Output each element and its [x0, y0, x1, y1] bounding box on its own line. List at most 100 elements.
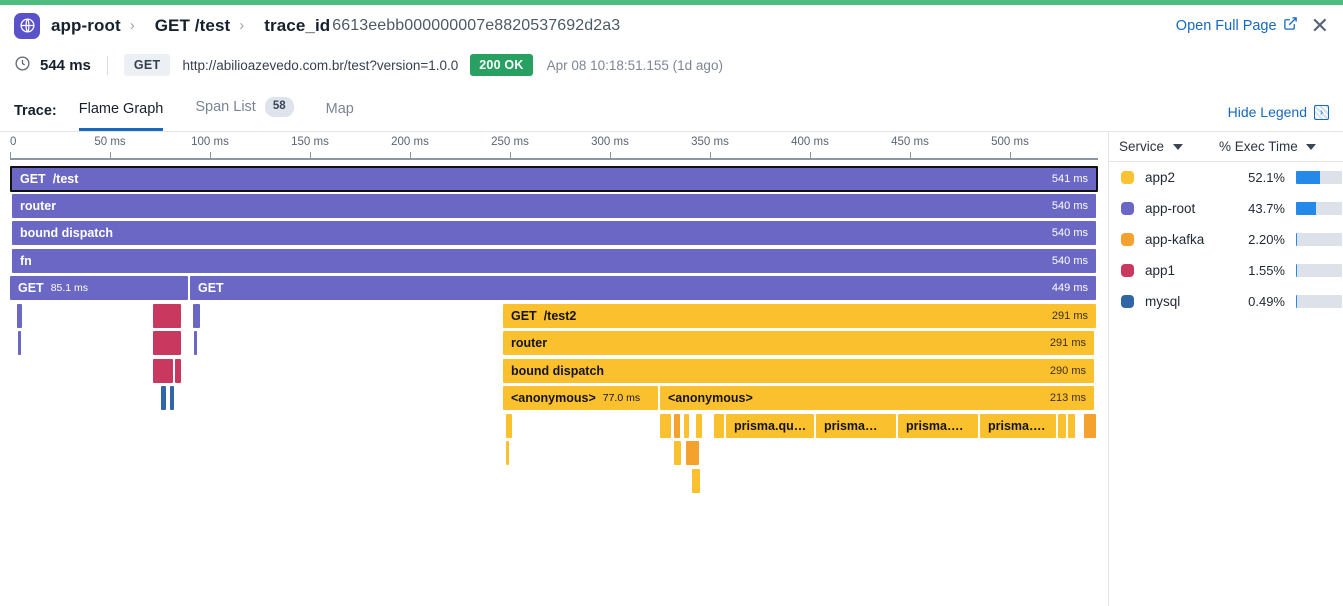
ruler-tick-mark: [210, 152, 211, 159]
flame-span-bar-slim[interactable]: [193, 303, 200, 328]
trace-tabs: Trace: Flame Graph Span List 58 Map Hide…: [0, 88, 1343, 132]
flame-span-bar-slim[interactable]: [674, 441, 681, 465]
flame-span-bar-slim[interactable]: [684, 413, 689, 438]
flame-span-bar-slim[interactable]: [153, 331, 181, 355]
service-color-swatch: [1121, 295, 1134, 308]
trace-timestamp: Apr 08 10:18:51.155 (1d ago): [546, 57, 723, 73]
legend-row[interactable]: app-kafka 2.20%: [1109, 224, 1343, 255]
flame-span-bar[interactable]: prisma…: [816, 413, 896, 438]
legend-row[interactable]: app2 52.1%: [1109, 162, 1343, 193]
tab-span-list-label: Span List: [195, 99, 256, 116]
legend-col-exec-label: % Exec Time: [1219, 139, 1298, 154]
flame-span-bar-slim[interactable]: [1058, 413, 1066, 438]
flame-span-name: GET: [511, 308, 537, 323]
tab-flame-graph[interactable]: Flame Graph: [78, 101, 164, 131]
flame-span-duration: 85.1 ms: [50, 282, 89, 294]
service-exec-meter: [1296, 171, 1342, 184]
trace-flame-graph-panel: app-root › GET /test › trace_id 6613eebb…: [0, 0, 1343, 606]
flame-span-duration: 213 ms: [1049, 392, 1086, 404]
flame-span-bar[interactable]: prisma….: [980, 413, 1056, 438]
panel-collapse-icon: ›: [1314, 104, 1329, 120]
breadcrumb-operation[interactable]: GET /test: [155, 16, 231, 36]
legend-sort-service[interactable]: Service: [1109, 139, 1219, 154]
flame-span-duration: 540 ms: [1051, 254, 1088, 267]
ruler-tick-mark: [810, 152, 811, 159]
flame-span-bar[interactable]: GET/test2 291 ms: [503, 303, 1096, 328]
tab-map[interactable]: Map: [326, 101, 354, 131]
flame-span-bar[interactable]: bound dispatch 540 ms: [12, 221, 1096, 245]
service-name: app-kafka: [1145, 232, 1205, 247]
flame-span-bar[interactable]: prisma.qu…: [726, 413, 814, 438]
flame-span-bar-slim[interactable]: [170, 386, 174, 410]
flame-span-name: prisma…: [824, 418, 878, 433]
flame-span-name: fn: [20, 253, 32, 268]
legend-row[interactable]: app-root 43.7%: [1109, 193, 1343, 224]
breadcrumb-separator-1: ›: [129, 17, 135, 34]
service-exec-meter: [1296, 202, 1342, 215]
flame-span-bar-slim[interactable]: [175, 358, 181, 383]
ruler-tick-label: 450 ms: [891, 136, 929, 148]
ruler-baseline: [10, 158, 1098, 160]
ruler-tick-label: 500 ms: [991, 136, 1029, 148]
flame-span-bar-slim[interactable]: [153, 303, 181, 328]
service-exec-percent: 1.55%: [1248, 263, 1285, 278]
flame-span-bar[interactable]: fn 540 ms: [12, 248, 1096, 273]
flame-span-bar[interactable]: GET 85.1 ms: [10, 276, 188, 300]
flame-span-bar[interactable]: router 540 ms: [12, 193, 1096, 218]
open-full-page-button[interactable]: Open Full Page: [1176, 16, 1298, 35]
flame-span-bar-slim[interactable]: [506, 441, 509, 465]
flame-span-bar-slim[interactable]: [1084, 413, 1096, 438]
ruler-tick-label: 300 ms: [591, 136, 629, 148]
flame-span-bar-slim[interactable]: [674, 413, 680, 438]
tab-map-label: Map: [325, 101, 354, 117]
tab-flame-graph-label: Flame Graph: [78, 101, 164, 117]
flame-span-bar-slim[interactable]: [161, 386, 166, 410]
legend-row[interactable]: app1 1.55%: [1109, 255, 1343, 286]
service-name: app2: [1145, 170, 1176, 185]
flame-span-name: router: [511, 336, 548, 350]
flame-span-bar-slim[interactable]: [506, 413, 512, 438]
tab-span-list[interactable]: Span List 58: [195, 97, 294, 131]
flame-span-bar-slim[interactable]: [692, 468, 700, 493]
service-exec-meter: [1296, 233, 1342, 246]
flame-span-bar[interactable]: GET/test 541 ms: [10, 166, 1098, 192]
service-color-swatch: [1121, 202, 1134, 215]
flame-span-bar-slim[interactable]: [18, 331, 21, 355]
ruler-tick-mark: [510, 152, 511, 159]
flame-span-bar-slim[interactable]: [696, 413, 702, 438]
flame-span-bar[interactable]: bound dispatch 290 ms: [503, 358, 1094, 383]
flame-span-name: prisma.qu…: [734, 418, 807, 433]
flame-span-bar-slim[interactable]: [153, 358, 173, 383]
flame-span-bar-slim[interactable]: [17, 303, 22, 328]
meta-divider: [106, 55, 108, 75]
legend-col-service-label: Service: [1119, 139, 1165, 154]
hide-legend-button[interactable]: Hide Legend ›: [1228, 104, 1329, 120]
breadcrumb-service[interactable]: app-root: [51, 16, 121, 36]
flame-span-bar[interactable]: <anonymous> 77.0 ms: [503, 386, 658, 410]
legend-sort-exec-time[interactable]: % Exec Time: [1219, 139, 1343, 154]
close-icon[interactable]: ✕: [1311, 14, 1329, 37]
flame-span-bar-slim[interactable]: [686, 441, 699, 465]
span-count-badge: 58: [264, 97, 294, 117]
open-full-page-label: Open Full Page: [1175, 17, 1277, 34]
breadcrumb-trace-label: trace_id: [264, 15, 331, 35]
flame-span-name: <anonymous>: [668, 391, 753, 405]
flame-span-name: GET: [20, 172, 46, 186]
flame-span-bar-slim[interactable]: [194, 331, 197, 355]
legend-row[interactable]: mysql 0.49%: [1109, 286, 1343, 317]
flame-span-bar-slim[interactable]: [714, 413, 724, 438]
flame-span-name: router: [20, 198, 57, 213]
flame-span-bar[interactable]: prisma….: [898, 413, 978, 438]
chevron-down-icon: [1305, 143, 1316, 150]
trace-meta-row: 544 ms GET http://abilioazevedo.com.br/t…: [0, 46, 1343, 84]
flame-span-bar-slim[interactable]: [660, 413, 671, 438]
status-badge: 200 OK: [470, 54, 533, 76]
flame-span-name: <anonymous>: [511, 391, 596, 405]
flame-span-bar-slim[interactable]: [1068, 413, 1075, 438]
flame-span-bar[interactable]: GET 449 ms: [190, 276, 1096, 300]
service-color-swatch: [1121, 233, 1134, 246]
flame-span-bar[interactable]: router 291 ms: [503, 331, 1094, 355]
service-exec-meter-fill: [1296, 264, 1297, 277]
flame-span-bar[interactable]: <anonymous> 213 ms: [660, 386, 1094, 410]
breadcrumb-separator-2: ›: [239, 17, 245, 34]
